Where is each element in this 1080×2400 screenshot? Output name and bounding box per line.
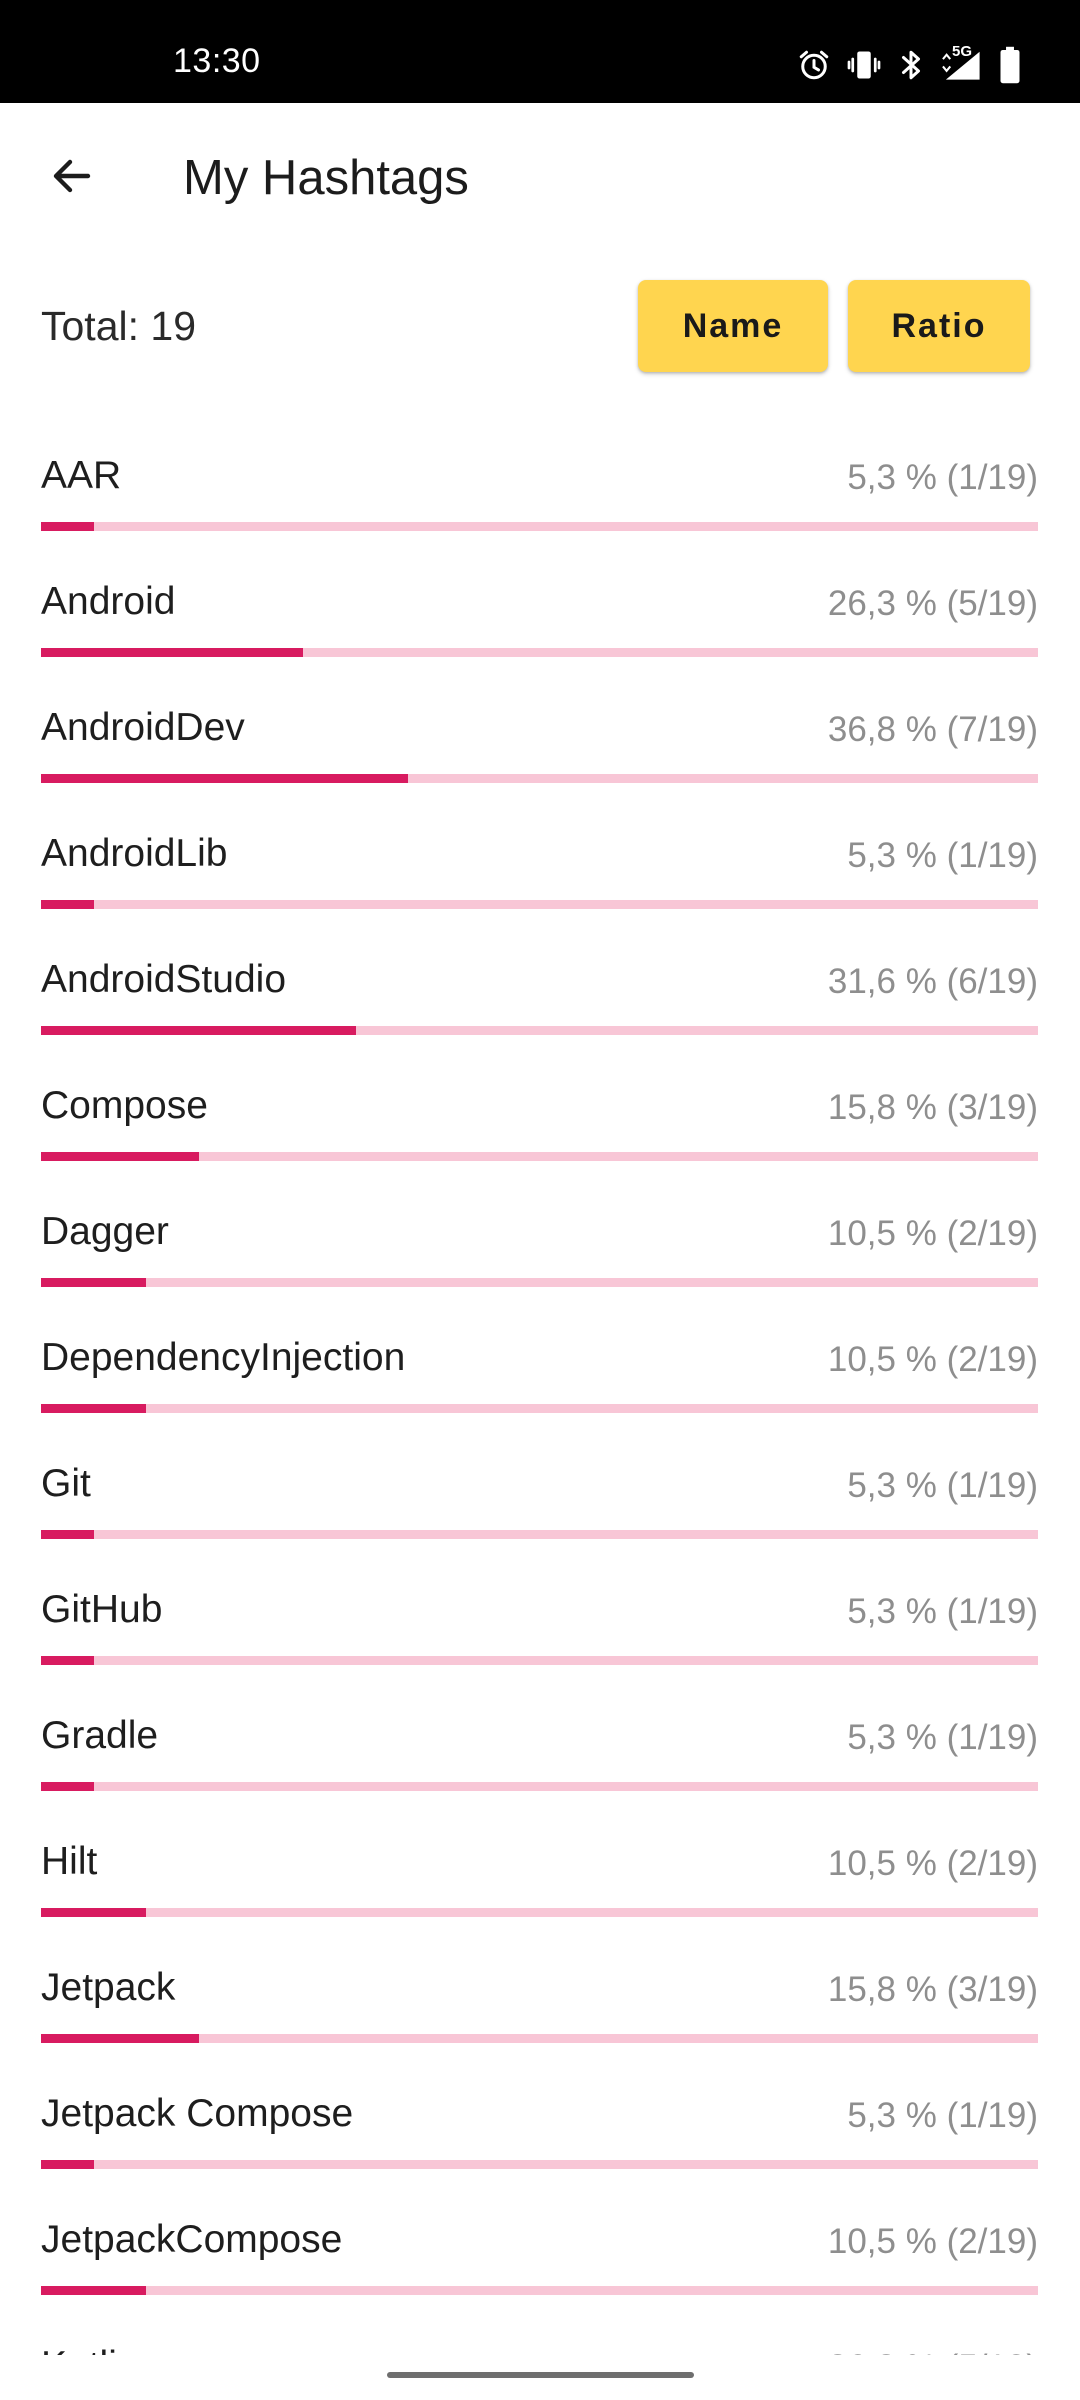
hashtag-name: Gradle: [41, 1714, 159, 1757]
ratio-progress-bar: [41, 1026, 1038, 1035]
list-item[interactable]: DependencyInjection 10,5 % (2/19): [0, 1307, 1080, 1433]
list-item[interactable]: AndroidStudio 31,6 % (6/19): [0, 929, 1080, 1055]
hashtag-name: GitHub: [41, 1588, 163, 1631]
hashtag-name: JetpackCompose: [41, 2218, 343, 2261]
hashtag-ratio: 5,3 % (1/19): [847, 458, 1038, 497]
hashtag-name: Android: [41, 580, 176, 623]
hashtag-name: AndroidLib: [41, 832, 228, 875]
ratio-progress-fill: [41, 2160, 94, 2169]
list-item[interactable]: Hilt 10,5 % (2/19): [0, 1811, 1080, 1937]
list-item[interactable]: AndroidLib 5,3 % (1/19): [0, 803, 1080, 929]
hashtag-ratio: 5,3 % (1/19): [847, 1718, 1038, 1757]
hashtag-ratio: 5,3 % (1/19): [847, 1592, 1038, 1631]
bluetooth-icon: [896, 47, 926, 83]
ratio-progress-fill: [41, 1404, 146, 1413]
hashtag-ratio: 26,3 % (5/19): [827, 584, 1038, 623]
vibrate-icon: [846, 47, 882, 83]
hashtag-ratio: 31,6 % (6/19): [827, 962, 1038, 1001]
hashtag-ratio: 36,8 % (7/19): [827, 710, 1038, 749]
status-bar: 13:30 5G: [0, 0, 1080, 103]
hashtag-name: Hilt: [41, 1840, 98, 1883]
ratio-progress-bar: [41, 1152, 1038, 1161]
network-label: 5G: [952, 43, 973, 60]
ratio-progress-fill: [41, 1026, 357, 1035]
ratio-progress-fill: [41, 1656, 94, 1665]
battery-icon: [998, 46, 1022, 84]
hashtag-name: DependencyInjection: [41, 1336, 406, 1379]
page-title: My Hashtags: [183, 151, 469, 205]
hashtag-ratio: 10,5 % (2/19): [827, 2222, 1038, 2261]
hashtag-name: AndroidDev: [41, 706, 245, 749]
list-item[interactable]: Jetpack 15,8 % (3/19): [0, 1937, 1080, 2063]
ratio-progress-bar: [41, 1656, 1038, 1665]
status-icons: 5G: [796, 43, 1022, 84]
list-item[interactable]: Kotlin 26,3 % (5/19): [0, 2315, 1080, 2355]
list-item[interactable]: Compose 15,8 % (3/19): [0, 1055, 1080, 1181]
hashtag-ratio: 5,3 % (1/19): [847, 2096, 1038, 2135]
hashtag-ratio: 5,3 % (1/19): [847, 1466, 1038, 1505]
total-count: Total: 19: [41, 303, 196, 349]
list-item[interactable]: Android 26,3 % (5/19): [0, 551, 1080, 677]
ratio-progress-bar: [41, 1404, 1038, 1413]
ratio-progress-fill: [41, 1530, 94, 1539]
hashtag-list[interactable]: AAR 5,3 % (1/19) Android 26,3 % (5/19) Andro…: [0, 425, 1080, 2355]
ratio-progress-bar: [41, 2034, 1038, 2043]
list-item[interactable]: Dagger 10,5 % (2/19): [0, 1181, 1080, 1307]
list-item[interactable]: Jetpack Compose 5,3 % (1/19): [0, 2063, 1080, 2189]
hashtag-name: Compose: [41, 1084, 208, 1127]
hashtag-name: Kotlin: [41, 2343, 139, 2355]
ratio-progress-fill: [41, 1278, 146, 1287]
hashtag-ratio: 10,5 % (2/19): [827, 1340, 1038, 1379]
ratio-progress-bar: [41, 1530, 1038, 1539]
hashtag-ratio: 5,3 % (1/19): [847, 836, 1038, 875]
ratio-progress-fill: [41, 2286, 146, 2295]
ratio-progress-fill: [41, 1152, 199, 1161]
list-item[interactable]: AndroidDev 36,8 % (7/19): [0, 677, 1080, 803]
ratio-progress-fill: [41, 2034, 199, 2043]
ratio-progress-bar: [41, 522, 1038, 531]
back-button[interactable]: [30, 136, 114, 220]
ratio-progress-fill: [41, 522, 94, 531]
hashtag-name: AAR: [41, 454, 122, 497]
sort-by-ratio-button[interactable]: Ratio: [848, 280, 1030, 372]
app-bar: My Hashtags: [0, 103, 1080, 253]
ratio-progress-bar: [41, 2286, 1038, 2295]
ratio-progress-fill: [41, 900, 94, 909]
summary-row: Total: 19 Name Ratio: [0, 270, 1080, 390]
hashtag-ratio: 10,5 % (2/19): [827, 1844, 1038, 1883]
ratio-progress-bar: [41, 1278, 1038, 1287]
ratio-progress-bar: [41, 900, 1038, 909]
alarm-icon: [796, 47, 832, 83]
ratio-progress-bar: [41, 1908, 1038, 1917]
hashtag-ratio: 26,3 % (5/19): [828, 2347, 1038, 2355]
sort-by-name-button[interactable]: Name: [638, 280, 828, 372]
gesture-handle[interactable]: [387, 2372, 694, 2378]
ratio-progress-fill: [41, 648, 304, 657]
hashtag-name: Jetpack Compose: [41, 2092, 354, 2135]
arrow-back-icon: [48, 152, 96, 205]
list-item[interactable]: JetpackCompose 10,5 % (2/19): [0, 2189, 1080, 2315]
status-time: 13:30: [173, 42, 261, 80]
ratio-progress-fill: [41, 1908, 146, 1917]
hashtag-name: Jetpack: [41, 1966, 176, 2009]
hashtag-ratio: 15,8 % (3/19): [827, 1970, 1038, 2009]
list-item[interactable]: Git 5,3 % (1/19): [0, 1433, 1080, 1559]
ratio-progress-fill: [41, 1782, 94, 1791]
hashtag-ratio: 10,5 % (2/19): [827, 1214, 1038, 1253]
hashtag-name: AndroidStudio: [41, 958, 287, 1001]
hashtag-name: Git: [41, 1462, 91, 1505]
ratio-progress-bar: [41, 1782, 1038, 1791]
hashtag-name: Dagger: [41, 1210, 169, 1253]
ratio-progress-bar: [41, 648, 1038, 657]
list-item[interactable]: Gradle 5,3 % (1/19): [0, 1685, 1080, 1811]
list-item[interactable]: GitHub 5,3 % (1/19): [0, 1559, 1080, 1685]
ratio-progress-fill: [41, 774, 408, 783]
ratio-progress-bar: [41, 2160, 1038, 2169]
ratio-progress-bar: [41, 774, 1038, 783]
list-item[interactable]: AAR 5,3 % (1/19): [0, 425, 1080, 551]
signal-5g-icon: 5G: [940, 43, 984, 83]
hashtag-ratio: 15,8 % (3/19): [827, 1088, 1038, 1127]
